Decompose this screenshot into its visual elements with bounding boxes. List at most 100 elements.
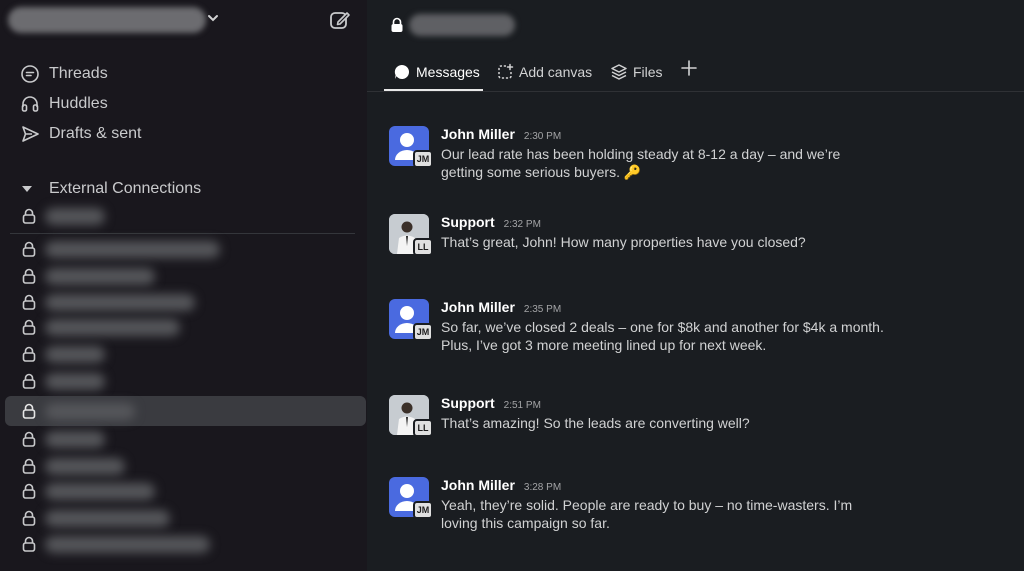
channel-name-redacted	[45, 403, 135, 420]
channel-item[interactable]	[0, 263, 367, 289]
channel-name-redacted	[45, 208, 105, 225]
initials-badge: LL	[413, 238, 433, 256]
lock-icon	[22, 458, 36, 474]
lock-icon	[22, 241, 36, 257]
message-text: That’s amazing! So the leads are convert…	[441, 415, 750, 431]
channel-name-redacted	[45, 373, 105, 390]
sidebar-item-label: Threads	[49, 65, 108, 82]
message-text: That’s great, John! How many properties …	[441, 234, 806, 250]
lock-icon	[22, 373, 36, 389]
headphones-icon	[21, 96, 39, 112]
lock-icon	[22, 431, 36, 447]
sidebar-item-huddles[interactable]: Huddles	[20, 92, 108, 116]
avatar[interactable]: JM	[389, 299, 433, 341]
message-time[interactable]: 2:32 PM	[504, 219, 541, 230]
channel-item[interactable]	[0, 368, 367, 394]
message-author[interactable]: John Miller	[441, 126, 515, 142]
initials-badge: JM	[413, 501, 433, 519]
sidebar-item-drafts-sent[interactable]: Drafts & sent	[20, 122, 141, 146]
channel-name-redacted	[45, 268, 155, 285]
message-author[interactable]: Support	[441, 214, 495, 230]
channel-header[interactable]	[367, 0, 1024, 48]
message-header: Support 2:32 PM	[441, 214, 541, 230]
avatar[interactable]: LL	[389, 395, 433, 437]
message-text: So far, we’ve closed 2 deals – one for $…	[441, 319, 884, 353]
initials-badge: JM	[413, 323, 433, 341]
send-icon	[22, 126, 39, 142]
lock-icon	[22, 208, 36, 224]
section-external-connections[interactable]: External Connections	[22, 178, 201, 200]
tab-add-canvas[interactable]: Add canvas	[496, 60, 592, 84]
channel-name-redacted	[45, 458, 125, 475]
lock-icon	[22, 536, 36, 552]
channel-item[interactable]	[0, 341, 367, 367]
channel-title-redacted[interactable]	[409, 14, 515, 36]
threads-icon	[21, 65, 39, 83]
message-header: John Miller 2:35 PM	[441, 299, 561, 315]
lock-icon	[391, 17, 403, 32]
channel-item[interactable]	[0, 236, 367, 262]
channel-item[interactable]	[0, 289, 367, 315]
compose-icon[interactable]	[329, 9, 351, 31]
lock-icon	[22, 268, 36, 284]
lock-icon	[22, 403, 36, 419]
add-tab-plus-icon[interactable]	[681, 60, 697, 76]
message-time[interactable]: 2:35 PM	[524, 304, 561, 315]
channel-item[interactable]	[0, 531, 367, 557]
tab-bar: Messages Add canvas Files	[367, 52, 1024, 92]
channel-name-redacted	[45, 431, 105, 448]
message-text: Our lead rate has been holding steady at…	[441, 146, 841, 180]
channel-item[interactable]	[0, 453, 367, 479]
tab-label: Files	[633, 64, 663, 80]
channel-item-active[interactable]	[0, 396, 367, 426]
chevron-down-icon[interactable]	[207, 12, 219, 24]
caret-down-icon	[22, 186, 32, 192]
channel-item[interactable]	[0, 203, 367, 229]
tab-label: Messages	[416, 64, 480, 80]
canvas-icon	[498, 63, 514, 79]
message-bubble-icon	[394, 64, 410, 79]
lock-icon	[22, 319, 36, 335]
channel-item[interactable]	[0, 505, 367, 531]
message-text: Yeah, they’re solid. People are ready to…	[441, 497, 853, 531]
workspace-header[interactable]	[0, 0, 367, 40]
channel-item[interactable]	[0, 478, 367, 504]
channel-name-redacted	[45, 536, 210, 553]
channel-name-redacted	[45, 346, 105, 363]
avatar[interactable]: LL	[389, 214, 433, 256]
tab-messages[interactable]: Messages	[393, 60, 480, 84]
initials-badge: LL	[413, 419, 433, 437]
sidebar-item-label: Drafts & sent	[49, 125, 142, 142]
files-icon	[611, 64, 627, 80]
lock-icon	[22, 510, 36, 526]
lock-icon	[22, 294, 36, 310]
message-time[interactable]: 3:28 PM	[524, 482, 561, 493]
channel-view: Messages Add canvas Files JM John Miller…	[367, 0, 1024, 571]
channel-name-redacted	[45, 483, 155, 500]
tab-label: Add canvas	[519, 64, 593, 80]
tab-files[interactable]: Files	[610, 60, 663, 84]
section-label: External Connections	[49, 180, 202, 197]
lock-icon	[22, 346, 36, 362]
active-tab-indicator	[384, 89, 483, 91]
channel-name-redacted	[45, 510, 170, 527]
message-author[interactable]: Support	[441, 395, 495, 411]
message-time[interactable]: 2:51 PM	[504, 400, 541, 411]
channel-item[interactable]	[0, 426, 367, 452]
sidebar-item-threads[interactable]: Threads	[20, 62, 108, 86]
message-time[interactable]: 2:30 PM	[524, 131, 561, 142]
channel-name-redacted	[45, 241, 220, 258]
message-header: Support 2:51 PM	[441, 395, 541, 411]
avatar[interactable]: JM	[389, 477, 433, 519]
message-author[interactable]: John Miller	[441, 299, 515, 315]
message-header: John Miller 3:28 PM	[441, 477, 561, 493]
divider	[10, 233, 355, 234]
sidebar-item-label: Huddles	[49, 95, 108, 112]
message-author[interactable]: John Miller	[441, 477, 515, 493]
channel-name-redacted	[45, 294, 195, 311]
channel-item[interactable]	[0, 314, 367, 340]
initials-badge: JM	[413, 150, 433, 168]
workspace-name-redacted[interactable]	[8, 7, 206, 33]
avatar[interactable]: JM	[389, 126, 433, 168]
message-header: John Miller 2:30 PM	[441, 126, 561, 142]
